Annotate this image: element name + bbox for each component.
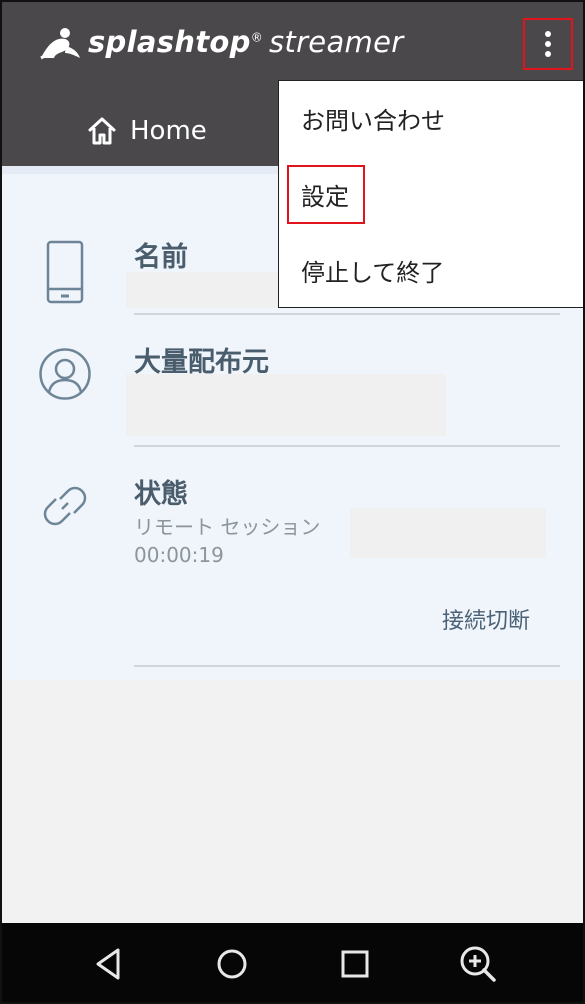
name-value bbox=[126, 272, 282, 308]
tab-home[interactable]: Home bbox=[86, 110, 207, 152]
user-icon bbox=[39, 348, 91, 400]
divider bbox=[134, 445, 560, 447]
menu-item-contact[interactable]: お問い合わせ bbox=[279, 81, 583, 155]
dot-icon bbox=[545, 31, 551, 37]
distributor-value bbox=[126, 374, 446, 436]
brand-mark: ® bbox=[250, 30, 263, 45]
link-icon bbox=[43, 486, 87, 526]
overflow-menu-button[interactable] bbox=[523, 18, 573, 70]
system-nav-bar bbox=[2, 923, 583, 1002]
dot-icon bbox=[545, 41, 551, 47]
dot-icon bbox=[545, 51, 551, 57]
menu-item-stop-exit-label: 停止して終了 bbox=[301, 258, 445, 287]
session-label: リモート セッション bbox=[134, 515, 321, 539]
app-logo: splashtop® streamer bbox=[38, 20, 403, 64]
menu-item-contact-label: お問い合わせ bbox=[301, 106, 445, 135]
disconnect-button[interactable]: 接続切断 bbox=[442, 603, 530, 635]
menu-item-stop-exit[interactable]: 停止して終了 bbox=[279, 233, 583, 307]
zoom-icon[interactable] bbox=[455, 941, 501, 987]
splashtop-logo-icon bbox=[40, 28, 80, 60]
app-brand: splashtop bbox=[88, 25, 251, 59]
app-window: splashtop® streamer Home 名前 大量配布元 状態 リモー… bbox=[0, 0, 585, 1004]
session-elapsed: 00:00:19 bbox=[134, 543, 224, 567]
divider bbox=[134, 313, 560, 315]
back-icon[interactable] bbox=[86, 941, 132, 987]
home-icon bbox=[88, 117, 116, 145]
bottom-pane bbox=[2, 680, 583, 923]
tab-home-label: Home bbox=[130, 116, 207, 146]
overflow-menu: お問い合わせ 設定 停止して終了 bbox=[278, 80, 583, 308]
app-product: streamer bbox=[269, 25, 404, 59]
divider bbox=[134, 665, 560, 667]
phone-icon bbox=[46, 240, 84, 304]
name-title: 名前 bbox=[134, 242, 188, 273]
recents-icon[interactable] bbox=[332, 941, 378, 987]
session-value bbox=[350, 508, 546, 558]
menu-item-settings[interactable]: 設定 bbox=[279, 157, 583, 231]
menu-item-settings-label: 設定 bbox=[287, 164, 365, 224]
status-title: 状態 bbox=[134, 479, 188, 510]
home-circle-icon[interactable] bbox=[209, 941, 255, 987]
